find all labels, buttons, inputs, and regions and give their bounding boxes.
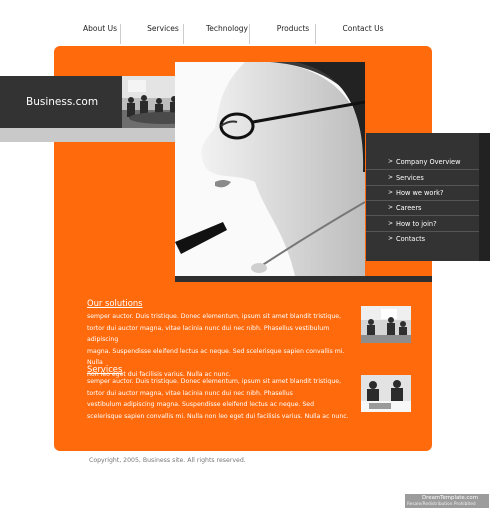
- copyright-text: Copyright, 2005, Business site. All righ…: [89, 457, 246, 464]
- text-line: semper auctor. Duis tristique. Donec ele…: [87, 313, 342, 320]
- nav-divider: [183, 24, 184, 44]
- nav-products[interactable]: Products: [271, 24, 316, 44]
- menu-divider: [366, 215, 490, 216]
- menu-item-label: How to join?: [396, 220, 437, 228]
- brand-logo[interactable]: Business.com: [26, 96, 98, 108]
- section-title-solutions[interactable]: Our solutions: [87, 298, 143, 308]
- menu-item-label: Contacts: [396, 235, 426, 243]
- menu-item-label: Careers: [396, 204, 422, 212]
- nav-divider: [249, 24, 250, 44]
- menu-item-how-to-join[interactable]: > How to join?: [366, 217, 490, 232]
- menu-item-services[interactable]: > Services: [366, 171, 490, 186]
- nav-label: Contact Us: [342, 24, 384, 33]
- menu-divider: [366, 169, 490, 170]
- brand-underbar: [0, 128, 204, 142]
- menu-item-label: How we work?: [396, 189, 444, 197]
- chevron-right-icon: >: [388, 204, 394, 211]
- text-line: semper auctor. Duis tristique. Donec ele…: [87, 378, 342, 385]
- menu-item-careers[interactable]: > Careers: [366, 201, 490, 216]
- menu-item-company-overview[interactable]: > Company Overview: [366, 155, 490, 170]
- watermark-subtitle: Resale/Redistribution Prohibited: [407, 502, 476, 507]
- side-menu: > Company Overview > Services > How we w…: [366, 133, 490, 261]
- text-line: magna. Suspendisse eleifend lectus ac ne…: [87, 347, 345, 367]
- nav-contact-us[interactable]: Contact Us: [341, 24, 385, 44]
- menu-edge: [479, 133, 490, 261]
- nav-label: Products: [276, 24, 310, 33]
- nav-divider: [315, 24, 316, 44]
- chevron-right-icon: >: [388, 158, 394, 165]
- nav-divider: [120, 24, 121, 44]
- menu-item-label: Company Overview: [396, 158, 461, 166]
- chevron-right-icon: >: [388, 235, 394, 242]
- nav-about-us[interactable]: About Us: [80, 24, 121, 44]
- top-nav: About Us Services Technology Products Co…: [60, 24, 390, 44]
- text-line: tortor dui auctor magna, vitae lacinia n…: [87, 324, 330, 344]
- text-line: tortor dui auctor magna, vitae lacinia n…: [87, 389, 293, 397]
- watermark-title: DreamTemplate.com: [422, 495, 478, 501]
- nav-label: About Us: [83, 24, 117, 33]
- services-thumbnail: [361, 375, 411, 412]
- solutions-thumbnail: [361, 306, 411, 343]
- hero-shadow-bar: [175, 276, 432, 282]
- nav-label: Services: [147, 24, 179, 33]
- section-text-services: semper auctor. Duis tristique. Donec ele…: [87, 376, 357, 422]
- nav-label: Technology: [205, 24, 248, 33]
- nav-technology[interactable]: Technology: [205, 24, 250, 44]
- text-line: vestibulum adipiscing magna. Suspendisse…: [87, 401, 315, 409]
- section-title-services[interactable]: Services: [87, 364, 122, 374]
- hero-photo: [175, 62, 365, 276]
- text-line: scelerisque sapien convallis mi. Nulla n…: [87, 412, 349, 420]
- chevron-right-icon: >: [388, 174, 394, 181]
- menu-item-label: Services: [396, 174, 424, 182]
- menu-item-how-we-work[interactable]: > How we work?: [366, 186, 490, 201]
- nav-services[interactable]: Services: [143, 24, 184, 44]
- section-text-solutions: semper auctor. Duis tristique. Donec ele…: [87, 311, 357, 381]
- chevron-right-icon: >: [388, 220, 394, 227]
- chevron-right-icon: >: [388, 189, 394, 196]
- menu-item-contacts[interactable]: > Contacts: [366, 232, 490, 247]
